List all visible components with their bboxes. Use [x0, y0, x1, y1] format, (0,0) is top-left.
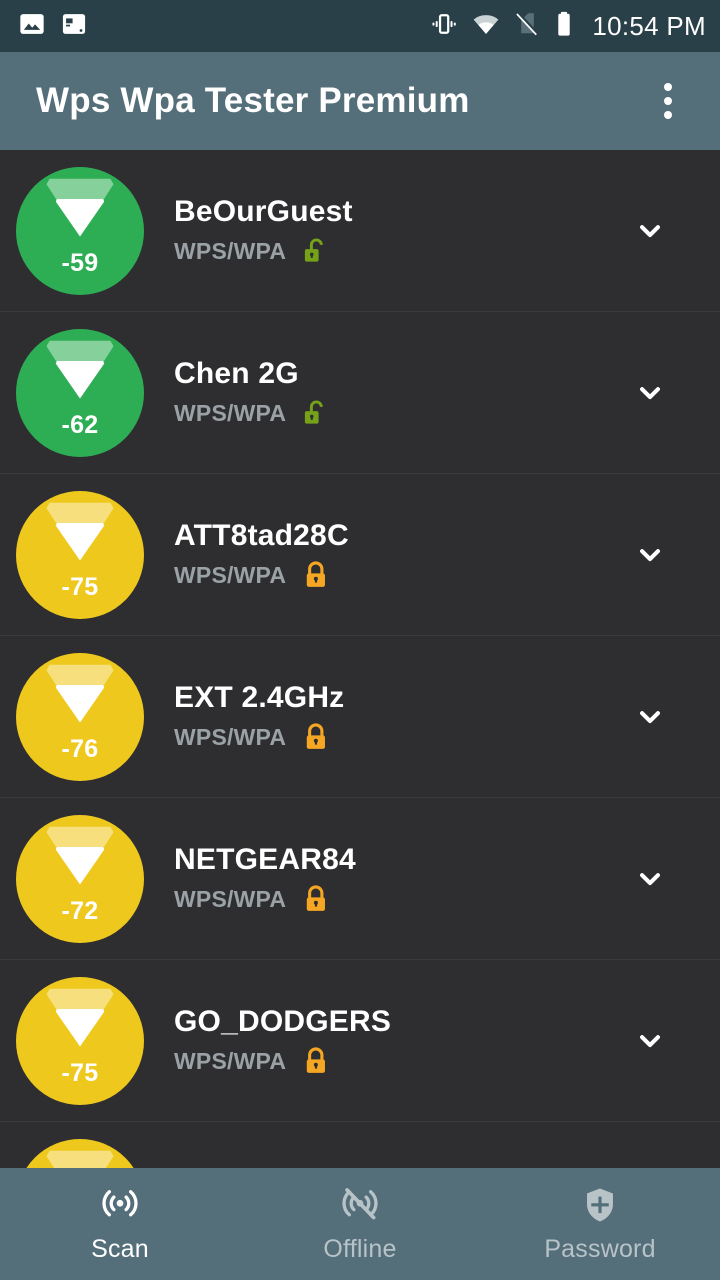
status-bar: 10:54 PM [0, 0, 720, 52]
network-row[interactable] [0, 1122, 720, 1168]
wifi-signal-icon [43, 1150, 117, 1168]
expand-row-button[interactable] [614, 519, 686, 591]
battery-icon [554, 10, 574, 43]
status-bar-right-icons: 10:54 PM [430, 10, 706, 43]
lock-icon [303, 722, 329, 753]
wifi-signal-icon [43, 340, 117, 399]
signal-rssi-value: -75 [61, 572, 99, 601]
signal-strength-badge: -59 [16, 166, 144, 295]
wifi-signal-icon [43, 664, 117, 723]
network-row[interactable]: -76 EXT 2.4GHz WPS/WPA [0, 636, 720, 798]
nav-item-offline[interactable]: Offline [240, 1168, 480, 1280]
network-meta: WPS/WPA [174, 722, 614, 753]
network-row[interactable]: -75 GO_DODGERS WPS/WPA [0, 960, 720, 1122]
signal-rssi-value: -72 [61, 896, 99, 925]
expand-row-button[interactable] [614, 681, 686, 753]
nav-item-password[interactable]: Password [480, 1168, 720, 1280]
expand-row-button[interactable] [614, 357, 686, 429]
overflow-menu-button[interactable] [640, 66, 696, 136]
terminal-icon [60, 10, 88, 43]
network-list[interactable]: -59 BeOurGuest WPS/WPA -62 Chen 2G WPS/WPA -75… [0, 150, 720, 1168]
network-ssid: NETGEAR84 [174, 842, 356, 876]
network-ssid: GO_DODGERS [174, 1004, 392, 1038]
nav-item-label: Password [544, 1235, 656, 1263]
network-ssid: BeOurGuest [174, 194, 353, 228]
network-row[interactable]: -75 ATT8tad28C WPS/WPA [0, 474, 720, 636]
network-ssid: Chen 2G [174, 356, 299, 390]
nav-item-label: Offline [323, 1235, 397, 1263]
network-security-type: WPS/WPA [174, 1048, 287, 1075]
nav-item-label: Scan [91, 1235, 149, 1263]
overflow-dot [664, 111, 672, 119]
lock-icon [303, 884, 329, 915]
network-ssid: ATT8tad28C [174, 518, 349, 552]
unlock-icon [303, 236, 329, 267]
bottom-navigation: Scan Offline Password [0, 1168, 720, 1280]
network-meta: WPS/WPA [174, 398, 614, 429]
status-bar-clock: 10:54 PM [592, 11, 706, 41]
wifi-signal-icon [43, 988, 117, 1047]
network-security-type: WPS/WPA [174, 400, 287, 427]
network-meta: WPS/WPA [174, 1046, 614, 1077]
network-info: ATT8tad28C WPS/WPA [174, 518, 614, 591]
expand-row-button[interactable] [614, 195, 686, 267]
lock-icon [303, 1046, 329, 1077]
expand-row-button[interactable] [614, 843, 686, 915]
network-info: EXT 2.4GHz WPS/WPA [174, 680, 614, 753]
signal-strength-badge: -75 [16, 490, 144, 619]
signal-strength-badge: -76 [16, 652, 144, 781]
network-security-type: WPS/WPA [174, 562, 287, 589]
network-security-type: WPS/WPA [174, 238, 287, 265]
nav-item-scan[interactable]: Scan [0, 1168, 240, 1280]
unlock-icon [303, 398, 329, 429]
signal-rssi-value: -62 [61, 410, 99, 439]
overflow-dot [664, 97, 672, 105]
page-title: Wps Wpa Tester Premium [36, 81, 470, 120]
vibrate-icon [430, 10, 458, 43]
network-meta: WPS/WPA [174, 560, 614, 591]
overflow-dot [664, 83, 672, 91]
signal-rssi-value: -75 [61, 1058, 99, 1087]
signal-strength-badge: -75 [16, 976, 144, 1105]
radar-off-icon [339, 1184, 381, 1226]
network-info: Chen 2G WPS/WPA [174, 356, 614, 429]
network-info: GO_DODGERS WPS/WPA [174, 1004, 614, 1077]
wifi-signal-icon [43, 826, 117, 885]
signal-strength-badge [16, 1138, 144, 1168]
image-icon [18, 10, 46, 43]
app-bar: Wps Wpa Tester Premium [0, 52, 720, 150]
signal-rssi-value: -76 [61, 734, 99, 763]
signal-strength-badge: -62 [16, 328, 144, 457]
lock-icon [303, 560, 329, 591]
wifi-icon [471, 10, 501, 43]
expand-row-button[interactable] [614, 1167, 686, 1169]
app-root: 10:54 PM Wps Wpa Tester Premium -59 BeOur… [0, 0, 720, 1280]
network-security-type: WPS/WPA [174, 724, 287, 751]
signal-strength-badge: -72 [16, 814, 144, 943]
status-bar-left-icons [18, 10, 88, 43]
network-security-type: WPS/WPA [174, 886, 287, 913]
network-info: NETGEAR84 WPS/WPA [174, 842, 614, 915]
network-row[interactable]: -59 BeOurGuest WPS/WPA [0, 150, 720, 312]
network-info: BeOurGuest WPS/WPA [174, 194, 614, 267]
wifi-signal-icon [43, 502, 117, 561]
radar-scan-icon [99, 1184, 141, 1226]
no-sim-icon [514, 10, 541, 43]
network-meta: WPS/WPA [174, 236, 614, 267]
network-meta: WPS/WPA [174, 884, 614, 915]
expand-row-button[interactable] [614, 1005, 686, 1077]
wifi-signal-icon [43, 178, 117, 237]
network-row[interactable]: -62 Chen 2G WPS/WPA [0, 312, 720, 474]
signal-rssi-value: -59 [61, 248, 99, 277]
network-row[interactable]: -72 NETGEAR84 WPS/WPA [0, 798, 720, 960]
shield-icon [579, 1184, 621, 1226]
network-ssid: EXT 2.4GHz [174, 680, 345, 714]
